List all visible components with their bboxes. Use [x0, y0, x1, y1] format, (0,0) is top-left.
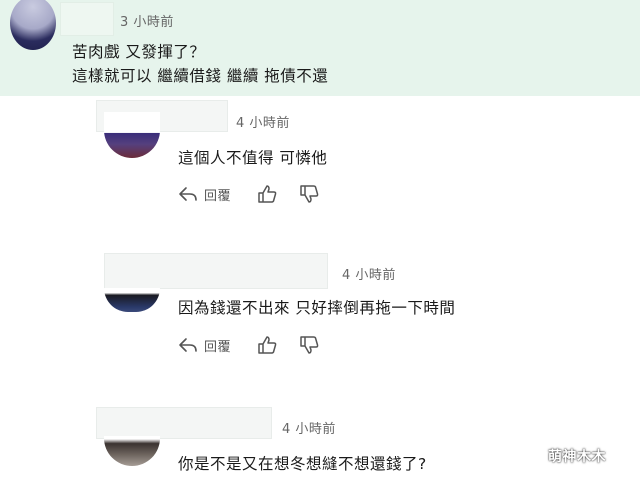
dislike-button[interactable]: [299, 185, 319, 203]
comment-time: 4 小時前: [236, 116, 290, 131]
reply-button[interactable]: 回覆: [178, 185, 231, 204]
thumbs-up-icon: [258, 185, 277, 203]
avatar[interactable]: [104, 436, 160, 466]
username-redacted: [104, 253, 328, 289]
top-comment: 3 小時前 苦肉戲 又發揮了？ 這樣就可以 繼續借錢 繼續 拖債不還: [0, 0, 640, 96]
watermark: 萌神木木: [548, 449, 606, 465]
like-button[interactable]: [257, 336, 277, 354]
comment-text: 這個人不值得 可憐他: [178, 149, 328, 167]
username-redacted: [96, 407, 272, 439]
username-redacted: [60, 2, 114, 36]
comment-actions: 回覆: [178, 183, 319, 205]
comment-text: 你是不是又在想冬想縫不想還錢了?: [178, 455, 427, 473]
comment-time: 4 小時前: [282, 422, 336, 437]
comment-actions: 回覆: [178, 334, 319, 356]
reply-icon: [179, 338, 197, 352]
avatar[interactable]: [10, 0, 56, 50]
comment-time: 3 小時前: [120, 15, 174, 30]
thumbs-down-icon: [300, 336, 319, 354]
comment-text-line2: 這樣就可以 繼續借錢 繼續 拖債不還: [72, 67, 329, 85]
like-button[interactable]: [257, 185, 277, 203]
comment-time: 4 小時前: [342, 268, 396, 283]
reply-icon: [179, 187, 197, 201]
thumbs-down-icon: [300, 185, 319, 203]
comment-text-line1: 苦肉戲 又發揮了？: [72, 43, 206, 61]
thumbs-up-icon: [258, 336, 277, 354]
avatar[interactable]: [104, 112, 160, 158]
dislike-button[interactable]: [299, 336, 319, 354]
reply-label: 回覆: [204, 188, 232, 204]
reply-label: 回覆: [204, 339, 232, 355]
comment-text: 因為錢還不出來 只好摔倒再拖一下時間: [178, 299, 456, 317]
reply-button[interactable]: 回覆: [178, 336, 231, 355]
avatar[interactable]: [104, 288, 160, 312]
